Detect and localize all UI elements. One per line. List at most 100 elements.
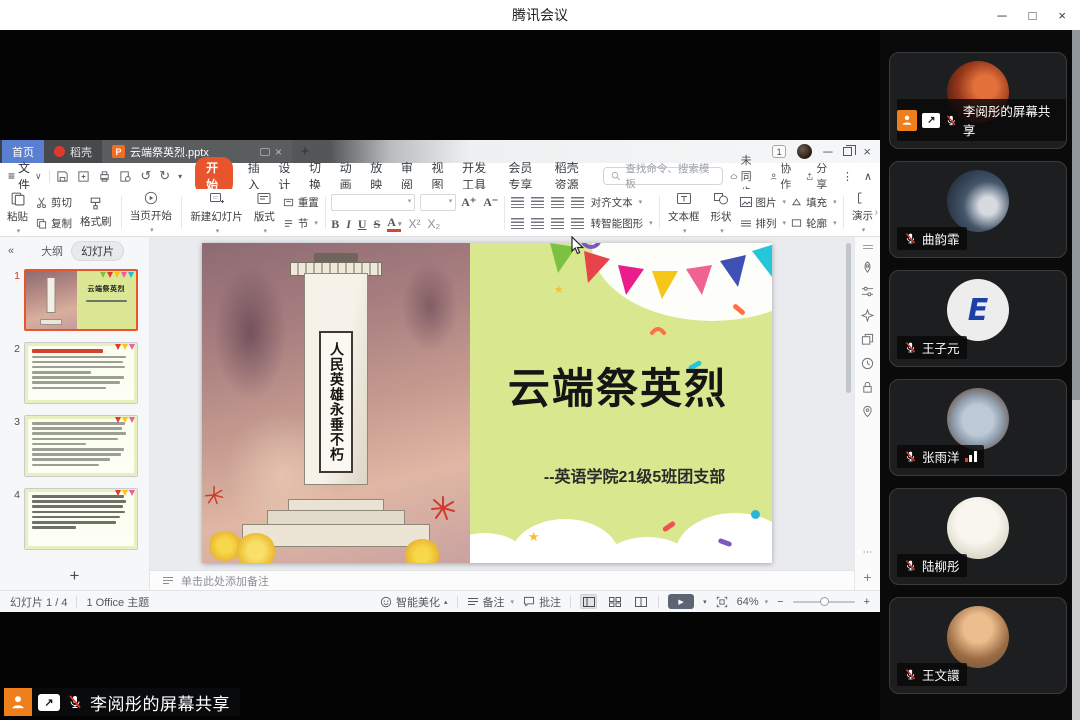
outline-tab[interactable]: 大纲 bbox=[41, 243, 63, 259]
ribbon-tab-animation[interactable]: 动画 bbox=[340, 159, 356, 193]
underline-button[interactable]: U bbox=[358, 217, 367, 232]
maximize-button[interactable]: □ bbox=[1029, 8, 1037, 23]
play-options-caret[interactable]: ▾ bbox=[703, 598, 707, 606]
zoom-out-button[interactable]: − bbox=[777, 596, 783, 608]
current-slide[interactable]: 人民英雄永垂不朽 bbox=[202, 243, 772, 563]
comment-button[interactable]: 批注 bbox=[523, 594, 561, 610]
zoom-slider[interactable] bbox=[793, 601, 855, 603]
preview-icon[interactable] bbox=[119, 170, 132, 183]
thumbnail-slide-1[interactable]: 云端祭英烈 bbox=[24, 269, 138, 331]
thumbnail-item-2[interactable]: 2 bbox=[0, 342, 149, 415]
participant-tile[interactable]: 张雨洋 bbox=[889, 379, 1067, 476]
command-search-input[interactable]: 查找命令、搜索模板 bbox=[603, 167, 724, 185]
play-from-current-button[interactable]: 当页开始 bbox=[127, 191, 175, 234]
new-slide-button[interactable]: 新建幻灯片 bbox=[187, 191, 246, 235]
bullet-list-icon[interactable] bbox=[511, 197, 524, 208]
notes-toggle-button[interactable]: 备注 bbox=[467, 594, 515, 610]
outline-button[interactable]: 轮廓 bbox=[791, 216, 837, 231]
undo-icon[interactable]: ↺ bbox=[140, 168, 151, 184]
lock-icon[interactable] bbox=[861, 381, 874, 394]
font-decrease-button[interactable]: A⁻ bbox=[483, 195, 498, 210]
layers-icon[interactable] bbox=[861, 333, 874, 346]
to-smartart-button[interactable]: 转智能图形 bbox=[591, 216, 653, 231]
ribbon-tab-design[interactable]: 设计 bbox=[278, 159, 294, 193]
italic-button[interactable]: I bbox=[346, 217, 351, 232]
numbered-list-icon[interactable] bbox=[531, 197, 544, 208]
align-center-icon[interactable] bbox=[531, 218, 544, 229]
copy-button[interactable]: 复制 bbox=[36, 216, 72, 231]
thumbnail-item-3[interactable]: 3 bbox=[0, 415, 149, 488]
canvas-scrollbar[interactable] bbox=[846, 243, 851, 393]
align-right-icon[interactable] bbox=[551, 218, 564, 229]
font-color-button[interactable]: A bbox=[387, 217, 401, 232]
picture-button[interactable]: 图片 bbox=[740, 195, 787, 210]
thumbnail-item-4[interactable]: 4 bbox=[0, 488, 149, 561]
ribbon-tab-transition[interactable]: 切换 bbox=[309, 159, 325, 193]
normal-view-button[interactable] bbox=[580, 594, 597, 609]
increase-indent-icon[interactable] bbox=[571, 197, 584, 208]
format-painter-button[interactable]: 格式刷 bbox=[77, 196, 115, 229]
ribbon-tab-slideshow[interactable]: 放映 bbox=[370, 159, 386, 193]
location-pin-icon[interactable] bbox=[861, 405, 874, 418]
font-name-select[interactable] bbox=[331, 194, 415, 211]
more-tools-icon[interactable]: ⋯ bbox=[863, 547, 873, 558]
cut-button[interactable]: 剪切 bbox=[36, 195, 72, 210]
present-tools-button[interactable]: 演示 bbox=[849, 191, 876, 234]
ribbon-tab-devtools[interactable]: 开发工具 bbox=[462, 159, 493, 193]
theme-name[interactable]: 1 Office 主题 bbox=[86, 594, 149, 610]
slideshow-play-button[interactable]: ▶ bbox=[668, 594, 694, 609]
thumbnail-slide-2[interactable] bbox=[24, 342, 138, 404]
add-slide-button[interactable]: + bbox=[0, 562, 149, 590]
align-left-icon[interactable] bbox=[511, 218, 524, 229]
export-icon[interactable] bbox=[77, 170, 90, 183]
drag-handle-icon[interactable] bbox=[862, 244, 874, 250]
minimize-button[interactable]: ─ bbox=[997, 8, 1006, 23]
add-tool-button[interactable]: + bbox=[863, 569, 871, 585]
wps-restore-button[interactable] bbox=[843, 147, 852, 156]
fit-slide-icon[interactable] bbox=[716, 596, 728, 608]
slide-title[interactable]: 云端祭英烈 bbox=[508, 355, 728, 416]
section-button[interactable]: 节 bbox=[283, 216, 319, 231]
ribbon-tab-review[interactable]: 审阅 bbox=[401, 159, 417, 193]
more-menu-icon[interactable]: ⋮ bbox=[842, 170, 853, 183]
participant-scrollbar-thumb[interactable] bbox=[1072, 30, 1080, 400]
layout-button[interactable]: 版式 bbox=[251, 191, 278, 235]
slide-subtitle[interactable]: --英语学院21级5班团支部 bbox=[544, 463, 725, 487]
slides-tab[interactable]: 幻灯片 bbox=[71, 241, 124, 261]
ribbon-tab-view[interactable]: 视图 bbox=[432, 159, 448, 193]
collaborate-button[interactable]: 协作 bbox=[770, 160, 795, 192]
fill-button[interactable]: 填充 bbox=[791, 195, 837, 210]
ribbon-tab-insert[interactable]: 插入 bbox=[248, 159, 264, 193]
redo-icon[interactable]: ↻ bbox=[159, 168, 170, 184]
participant-tile[interactable]: E 王子元 bbox=[889, 270, 1067, 367]
thumbnail-slide-3[interactable] bbox=[24, 415, 138, 477]
participant-tile[interactable]: 王文譞 bbox=[889, 597, 1067, 694]
notes-bar[interactable]: 单击此处添加备注 bbox=[150, 570, 854, 590]
superscript-button[interactable]: X² bbox=[408, 217, 420, 231]
align-text-button[interactable]: 对齐文本 bbox=[591, 195, 643, 210]
ribbon-tab-docer-res[interactable]: 稻壳资源 bbox=[555, 159, 586, 193]
shapes-button[interactable]: 形状 bbox=[708, 191, 735, 235]
slide-sorter-view-button[interactable] bbox=[606, 594, 623, 609]
thumbnail-slide-4[interactable] bbox=[24, 488, 138, 550]
participant-tile[interactable]: ↗ 李阅彤的屏幕共享 bbox=[889, 52, 1067, 149]
share-button[interactable]: 分享 bbox=[806, 160, 831, 192]
reset-button[interactable]: 重置 bbox=[283, 195, 319, 210]
rocket-icon[interactable] bbox=[861, 261, 874, 274]
collapse-panel-button[interactable]: « bbox=[8, 245, 14, 257]
history-clock-icon[interactable] bbox=[861, 357, 874, 370]
tab-docer[interactable]: 稻壳 bbox=[44, 140, 102, 163]
justify-icon[interactable] bbox=[571, 218, 584, 229]
strikethrough-button[interactable]: S bbox=[374, 217, 381, 232]
bold-button[interactable]: B bbox=[331, 217, 339, 232]
quickbar-caret-icon[interactable]: ▾ bbox=[178, 172, 182, 181]
save-icon[interactable] bbox=[56, 170, 69, 183]
reading-view-button[interactable] bbox=[632, 594, 649, 609]
decrease-indent-icon[interactable] bbox=[551, 197, 564, 208]
file-menu[interactable]: ≡ 文件 ∨ bbox=[8, 159, 42, 193]
zoom-slider-knob[interactable] bbox=[820, 597, 829, 606]
effects-star-icon[interactable] bbox=[861, 309, 874, 322]
settings-sliders-icon[interactable] bbox=[861, 285, 874, 298]
ribbon-expand-icon[interactable]: › bbox=[875, 207, 878, 218]
paste-button[interactable]: 粘贴 bbox=[4, 191, 31, 235]
